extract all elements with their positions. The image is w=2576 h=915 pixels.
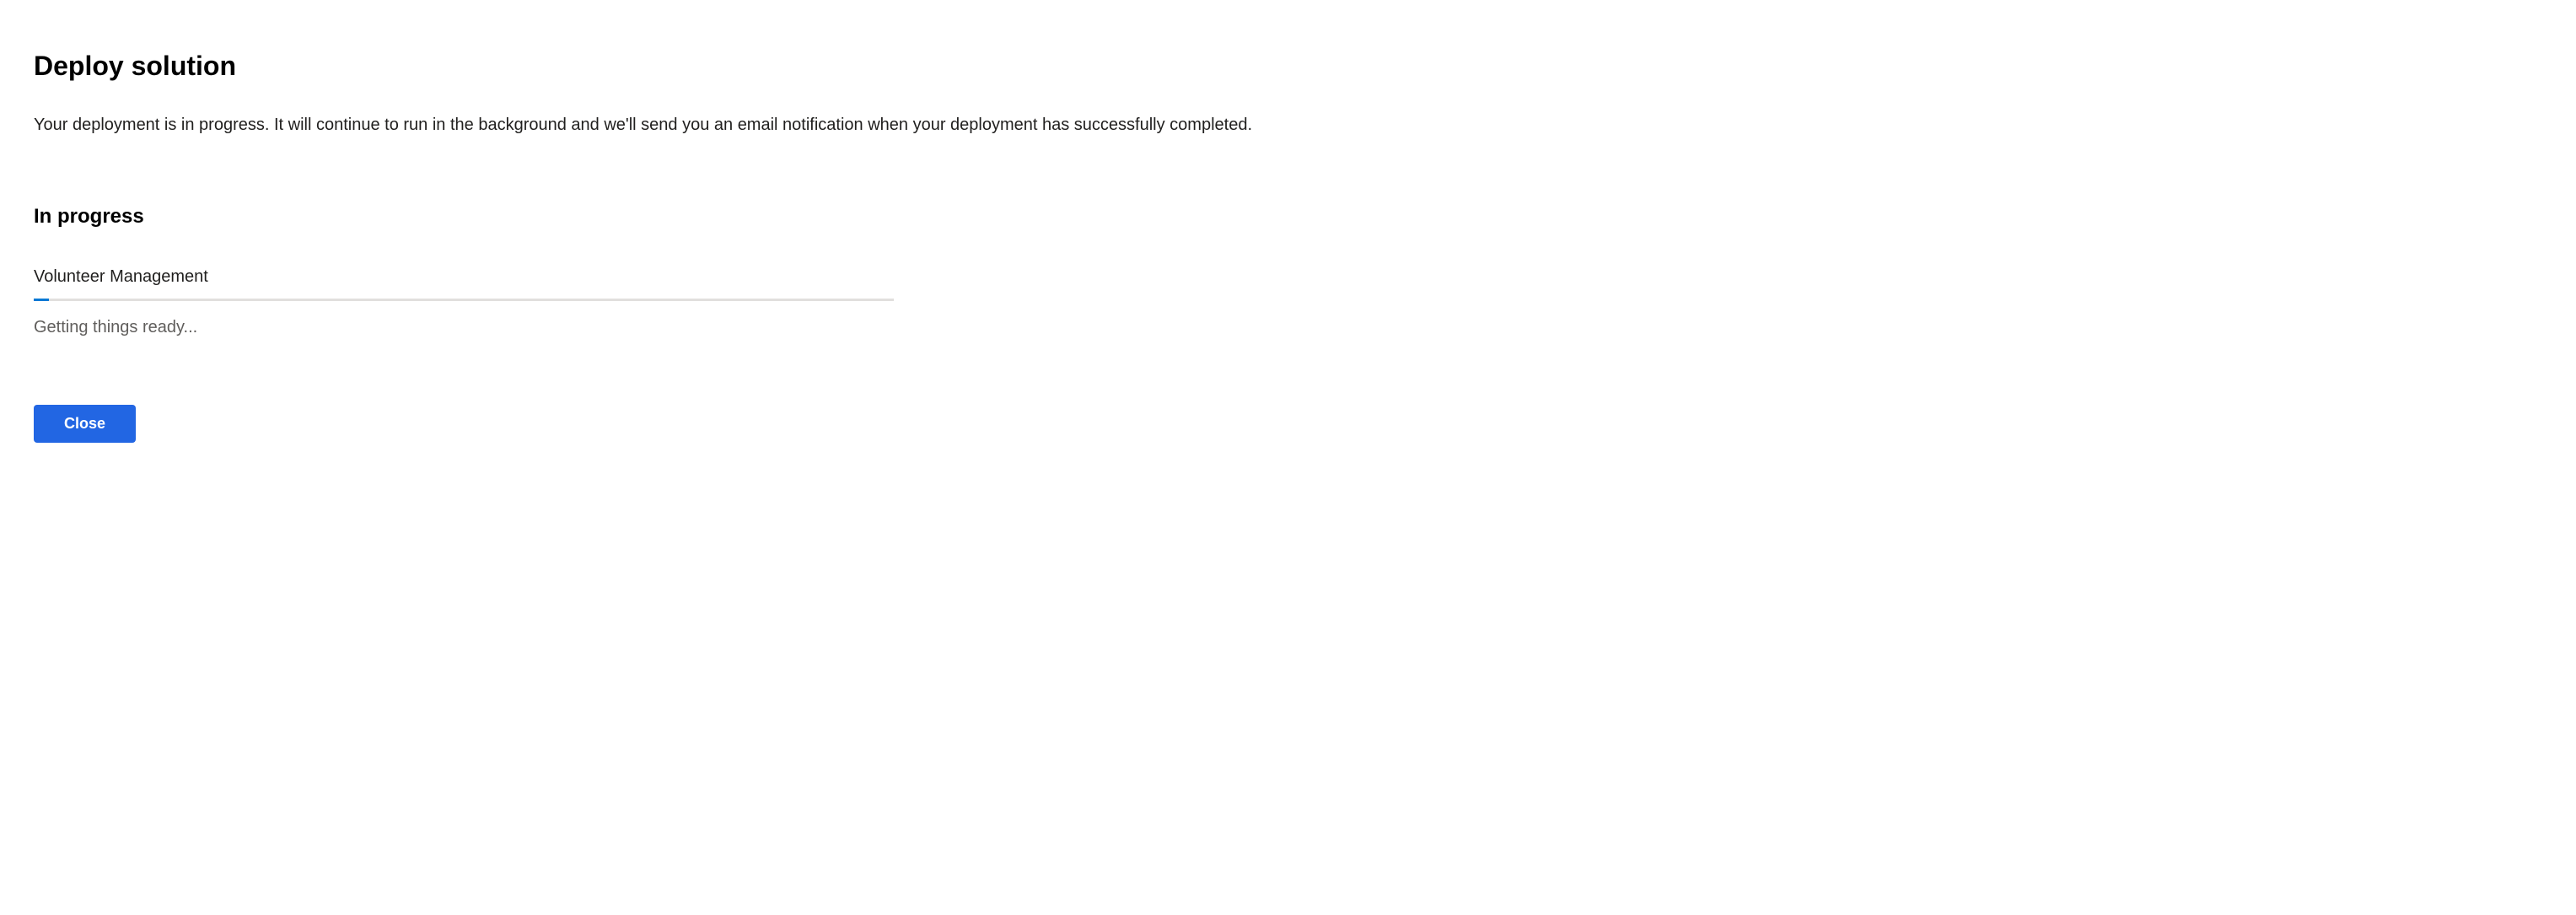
deployment-description: Your deployment is in progress. It will … bbox=[34, 112, 1315, 137]
progress-item-name: Volunteer Management bbox=[34, 267, 2542, 287]
progress-bar-fill bbox=[34, 299, 49, 301]
progress-section-heading: In progress bbox=[34, 205, 2542, 229]
progress-bar bbox=[34, 299, 894, 301]
page-title: Deploy solution bbox=[34, 51, 2542, 82]
deploy-dialog: Deploy solution Your deployment is in pr… bbox=[34, 51, 2542, 443]
progress-status-text: Getting things ready... bbox=[34, 318, 2542, 337]
close-button[interactable]: Close bbox=[34, 405, 136, 443]
